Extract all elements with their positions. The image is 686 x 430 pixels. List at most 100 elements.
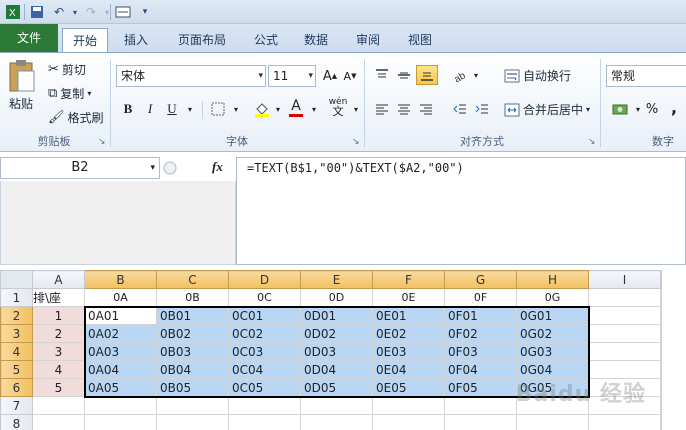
cell-a4[interactable]: 3	[32, 342, 85, 361]
cell-h3[interactable]: 0G02	[516, 324, 589, 343]
column-header-b[interactable]: B	[84, 270, 157, 289]
chevron-down-icon[interactable]: ▾	[466, 65, 486, 85]
cell-f2[interactable]: 0E01	[372, 306, 445, 325]
cell-d4[interactable]: 0C03	[228, 342, 301, 361]
cell-h8[interactable]	[516, 414, 589, 430]
row-header-4[interactable]: 4	[0, 342, 33, 361]
column-header-c[interactable]: C	[156, 270, 229, 289]
cell-d7[interactable]	[228, 396, 301, 415]
cell-f6[interactable]: 0E05	[372, 378, 445, 397]
row-header-2[interactable]: 2	[0, 306, 33, 325]
cell-c6[interactable]: 0B05	[156, 378, 229, 397]
cell-empty[interactable]	[660, 306, 662, 325]
cell-f4[interactable]: 0E03	[372, 342, 445, 361]
underline-button[interactable]: U	[162, 99, 182, 119]
bold-button[interactable]: B	[118, 99, 138, 119]
cell-empty[interactable]	[660, 414, 662, 430]
cell-empty[interactable]	[660, 378, 662, 397]
cell-empty[interactable]	[588, 342, 661, 361]
cell-b7[interactable]	[84, 396, 157, 415]
cell-c2[interactable]: 0B01	[156, 306, 229, 325]
cell-c8[interactable]	[156, 414, 229, 430]
clipboard-launcher-icon[interactable]: ↘	[98, 137, 106, 147]
tab-home[interactable]: 开始	[62, 28, 108, 53]
customize-qat-icon[interactable]: ▾	[136, 3, 154, 21]
tab-insert[interactable]: 插入	[114, 28, 158, 52]
decrease-indent-icon[interactable]	[450, 99, 470, 119]
tab-data[interactable]: 数据	[296, 28, 336, 52]
cell-e2[interactable]: 0D01	[300, 306, 373, 325]
cell-g3[interactable]: 0F02	[444, 324, 517, 343]
cell-d8[interactable]	[228, 414, 301, 430]
shrink-font-button[interactable]: A ▼	[340, 66, 360, 86]
cell-h4[interactable]: 0G03	[516, 342, 589, 361]
cell-empty[interactable]	[660, 288, 662, 307]
wrap-text-button[interactable]: 自动换行	[504, 67, 571, 84]
comma-button[interactable]: ,	[664, 97, 684, 117]
cell-a3[interactable]: 2	[32, 324, 85, 343]
phonetic-icon[interactable]: wén 文	[328, 97, 348, 118]
column-header-h[interactable]: H	[516, 270, 589, 289]
cell-f7[interactable]	[372, 396, 445, 415]
column-header-extra[interactable]	[660, 270, 662, 289]
column-header-a[interactable]: A	[32, 270, 85, 289]
cell-b1[interactable]: 0A	[84, 288, 157, 307]
cell-f8[interactable]	[372, 414, 445, 430]
cell-a2[interactable]: 1	[32, 306, 85, 325]
cell-a6[interactable]: 5	[32, 378, 85, 397]
grow-font-button[interactable]: A ▲	[320, 66, 340, 86]
chevron-down-icon[interactable]: ▾	[226, 99, 246, 119]
cell-g1[interactable]: 0F	[444, 288, 517, 307]
save-icon[interactable]	[28, 3, 46, 21]
cell-g8[interactable]	[444, 414, 517, 430]
form-icon[interactable]	[114, 3, 132, 21]
column-header-f[interactable]: F	[372, 270, 445, 289]
cell-empty[interactable]	[588, 288, 661, 307]
font-name-combo[interactable]: 宋体 ▾	[116, 65, 266, 87]
formula-bar-handle-icon[interactable]	[160, 157, 236, 179]
cut-button[interactable]: ✂ 剪切	[48, 61, 86, 78]
insert-function-icon[interactable]: fx	[212, 159, 223, 175]
formula-input[interactable]: =TEXT(B$1,"00")&TEXT($A2,"00")	[236, 157, 686, 265]
cell-g6[interactable]: 0F05	[444, 378, 517, 397]
cell-c4[interactable]: 0B03	[156, 342, 229, 361]
cell-a8[interactable]	[32, 414, 85, 430]
cell-a7[interactable]	[32, 396, 85, 415]
align-top-icon[interactable]	[372, 65, 392, 85]
cell-g7[interactable]	[444, 396, 517, 415]
cell-c3[interactable]: 0B02	[156, 324, 229, 343]
align-middle-icon[interactable]	[394, 65, 414, 85]
cell-b8[interactable]	[84, 414, 157, 430]
row-header-7[interactable]: 7	[0, 396, 33, 415]
number-format-combo[interactable]: 常规	[606, 65, 686, 87]
cell-g4[interactable]: 0F03	[444, 342, 517, 361]
cell-b3[interactable]: 0A02	[84, 324, 157, 343]
font-color-icon[interactable]: A	[286, 97, 306, 117]
cell-d3[interactable]: 0C02	[228, 324, 301, 343]
chevron-down-icon[interactable]: ▾	[304, 99, 324, 119]
tab-formulas[interactable]: 公式	[246, 28, 286, 52]
cell-f5[interactable]: 0E04	[372, 360, 445, 379]
cell-h1[interactable]: 0G	[516, 288, 589, 307]
cell-b5[interactable]: 0A04	[84, 360, 157, 379]
align-bottom-icon[interactable]	[416, 65, 438, 85]
cell-empty[interactable]	[660, 342, 662, 361]
copy-button[interactable]: ⧉ 复制 ▾	[48, 85, 91, 102]
tab-review[interactable]: 审阅	[348, 28, 388, 52]
cell-e7[interactable]	[300, 396, 373, 415]
cell-e1[interactable]: 0D	[300, 288, 373, 307]
cell-empty[interactable]	[660, 396, 662, 415]
name-box[interactable]: B2 ▾	[0, 157, 160, 179]
row-header-5[interactable]: 5	[0, 360, 33, 379]
chevron-down-icon[interactable]: ▾	[180, 99, 200, 119]
cell-empty[interactable]	[660, 360, 662, 379]
increase-indent-icon[interactable]	[472, 99, 492, 119]
align-center-icon[interactable]	[394, 99, 414, 119]
column-header-i[interactable]: I	[588, 270, 661, 289]
chevron-down-icon[interactable]: ▾	[268, 99, 288, 119]
paste-button[interactable]: 粘贴	[6, 59, 36, 112]
cell-empty[interactable]	[588, 414, 661, 430]
column-header-g[interactable]: G	[444, 270, 517, 289]
cell-d5[interactable]: 0C04	[228, 360, 301, 379]
cell-empty[interactable]	[588, 324, 661, 343]
